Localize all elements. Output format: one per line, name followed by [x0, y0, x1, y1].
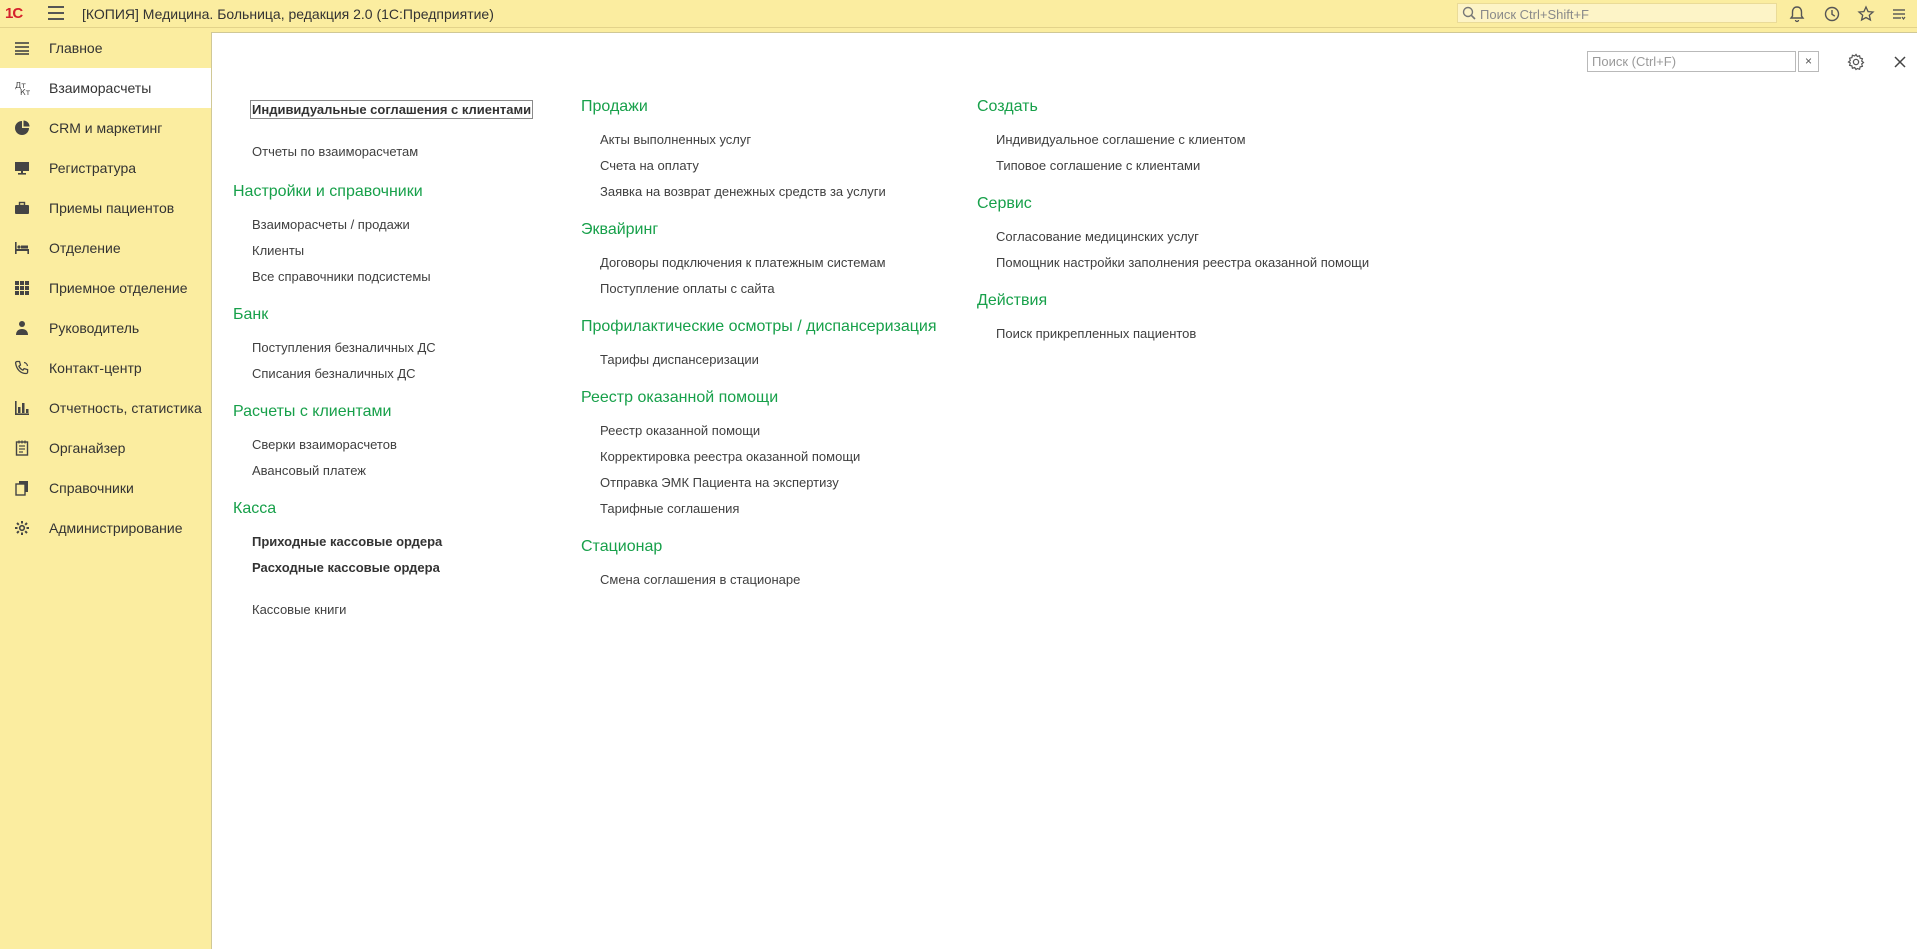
link-bank-receipts[interactable]: Поступления безналичных ДС — [252, 340, 436, 355]
sidebar-item-department[interactable]: Отделение — [0, 228, 211, 268]
sidebar-item-main[interactable]: Главное — [0, 28, 211, 68]
sidebar-item-contact-center[interactable]: Контакт-центр — [0, 348, 211, 388]
sidebar-item-label: Приемы пациентов — [49, 200, 175, 216]
section-title-inpatient: Стационар — [581, 538, 663, 555]
clear-search-button[interactable]: × — [1798, 51, 1819, 72]
sidebar-item-label: Органайзер — [49, 440, 126, 456]
section-title-bank: Банк — [233, 306, 269, 323]
title-bar: 1С [КОПИЯ] Медицина. Больница, редакция … — [0, 0, 1917, 28]
gear-icon[interactable] — [1846, 52, 1866, 72]
sidebar-item-label: Отчетность, статистика — [49, 400, 202, 416]
app-logo: 1С — [5, 5, 23, 22]
star-icon[interactable] — [1856, 4, 1876, 24]
sections-panel: Главное Дт Кт Взаиморасчеты CRM и маркетинг Р… — [0, 28, 211, 949]
link-service-acts[interactable]: Акты выполненных услуг — [600, 132, 751, 147]
link-registry-setup-assistant[interactable]: Помощник настройки заполнения реестра ок… — [996, 255, 1369, 270]
link-settlement-reports[interactable]: Отчеты по взаиморасчетам — [252, 144, 418, 159]
section-title-checkups: Профилактические осмотры / диспансеризац… — [581, 318, 937, 335]
sidebar-item-patient-visits[interactable]: Приемы пациентов — [0, 188, 211, 228]
sidebar-item-label: Справочники — [49, 480, 134, 496]
sidebar-item-organizer[interactable]: Органайзер — [0, 428, 211, 468]
link-medical-services-approval[interactable]: Согласование медицинских услуг — [996, 229, 1199, 244]
link-cash-receipt-orders[interactable]: Приходные кассовые ордера — [252, 534, 442, 549]
sidebar-item-administration[interactable]: Администрирование — [0, 508, 211, 548]
person-icon — [13, 320, 31, 336]
link-clients[interactable]: Клиенты — [252, 243, 304, 258]
link-individual-agreements[interactable]: Индивидуальные соглашения с клиентами — [249, 100, 534, 119]
sidebar-item-registry[interactable]: Регистратура — [0, 148, 211, 188]
link-create-standard-agreement[interactable]: Типовое соглашение с клиентами — [996, 158, 1200, 173]
bed-icon — [13, 240, 31, 256]
sidebar-item-label: Руководитель — [49, 320, 140, 336]
monitor-icon — [13, 160, 31, 176]
content-search-input[interactable] — [1588, 52, 1795, 71]
section-title-acquiring: Эквайринг — [581, 221, 659, 238]
sidebar-item-label: Контакт-центр — [49, 360, 142, 376]
link-payment-system-contracts[interactable]: Договоры подключения к платежным система… — [600, 255, 886, 270]
close-icon[interactable] — [1890, 52, 1910, 72]
sidebar-item-label: Главное — [49, 40, 103, 56]
link-checkup-tariffs[interactable]: Тарифы диспансеризации — [600, 352, 759, 367]
section-content: × Индивидуальные соглашения с клиентами … — [211, 32, 1917, 949]
notepad-icon — [13, 440, 31, 456]
svg-text:Кт: Кт — [20, 88, 30, 96]
list-icon — [13, 40, 31, 56]
window-title: [КОПИЯ] Медицина. Больница, редакция 2.0… — [82, 6, 494, 22]
sidebar-item-label: Приемное отделение — [49, 280, 188, 296]
section-title-service: Сервис — [977, 195, 1032, 212]
sidebar-item-label: Взаиморасчеты — [49, 80, 152, 96]
link-cash-expense-orders[interactable]: Расходные кассовые ордера — [252, 560, 440, 575]
sidebar-item-reporting[interactable]: Отчетность, статистика — [0, 388, 211, 428]
sidebar-item-manager[interactable]: Руководитель — [0, 308, 211, 348]
gear-icon — [13, 520, 31, 536]
link-site-payments[interactable]: Поступление оплаты с сайта — [600, 281, 775, 296]
section-title-care-registry: Реестр оказанной помощи — [581, 389, 779, 406]
link-inpatient-agreement-change[interactable]: Смена соглашения в стационаре — [600, 572, 800, 587]
section-title-sales: Продажи — [581, 98, 648, 115]
briefcase-icon — [13, 200, 31, 216]
sidebar-item-label: Регистратура — [49, 160, 137, 176]
phone-icon — [13, 360, 31, 376]
link-invoices[interactable]: Счета на оплату — [600, 158, 699, 173]
settlements-icon: Дт Кт — [13, 80, 31, 96]
sidebar-item-settlements[interactable]: Дт Кт Взаиморасчеты — [0, 68, 211, 108]
pie-chart-icon — [13, 120, 31, 136]
search-icon — [1462, 6, 1476, 23]
section-title-cashbox: Касса — [233, 500, 277, 517]
link-bank-writeoffs[interactable]: Списания безналичных ДС — [252, 366, 416, 381]
books-icon — [13, 480, 31, 496]
link-care-registry-correction[interactable]: Корректировка реестра оказанной помощи — [600, 449, 860, 464]
bell-icon[interactable] — [1787, 4, 1807, 24]
link-tariff-agreements[interactable]: Тарифные соглашения — [600, 501, 739, 516]
link-cash-books[interactable]: Кассовые книги — [252, 602, 346, 617]
bar-chart-icon — [13, 400, 31, 416]
sidebar-item-crm[interactable]: CRM и маркетинг — [0, 108, 211, 148]
link-reconciliations[interactable]: Сверки взаиморасчетов — [252, 437, 397, 452]
grid-icon — [13, 280, 31, 296]
main-menu-button[interactable] — [48, 6, 64, 20]
link-advance-payment[interactable]: Авансовый платеж — [252, 463, 366, 478]
link-refund-request[interactable]: Заявка на возврат денежных средств за ус… — [600, 184, 886, 199]
section-title-client-settlements: Расчеты с клиентами — [233, 403, 392, 420]
section-title-create: Создать — [977, 98, 1038, 115]
global-search-input[interactable] — [1478, 5, 1772, 23]
sidebar-item-label: CRM и маркетинг — [49, 120, 163, 136]
link-all-catalogs[interactable]: Все справочники подсистемы — [252, 269, 431, 284]
history-icon[interactable] — [1822, 4, 1842, 24]
global-search-box[interactable] — [1457, 3, 1777, 23]
sidebar-item-catalogs[interactable]: Справочники — [0, 468, 211, 508]
sidebar-item-label: Отделение — [49, 240, 121, 256]
link-care-registry[interactable]: Реестр оказанной помощи — [600, 423, 760, 438]
sidebar-item-admission[interactable]: Приемное отделение — [0, 268, 211, 308]
link-attached-patients-search[interactable]: Поиск прикрепленных пациентов — [996, 326, 1196, 341]
link-settlements-sales[interactable]: Взаиморасчеты / продажи — [252, 217, 410, 232]
sidebar-item-label: Администрирование — [49, 520, 183, 536]
link-create-individual-agreement[interactable]: Индивидуальное соглашение с клиентом — [996, 132, 1246, 147]
section-title-settings: Настройки и справочники — [233, 183, 423, 200]
content-search-box[interactable] — [1587, 51, 1796, 72]
menu-lines-icon[interactable] — [1889, 4, 1909, 24]
section-title-actions: Действия — [977, 292, 1048, 309]
link-emk-expertise[interactable]: Отправка ЭМК Пациента на экспертизу — [600, 475, 839, 490]
